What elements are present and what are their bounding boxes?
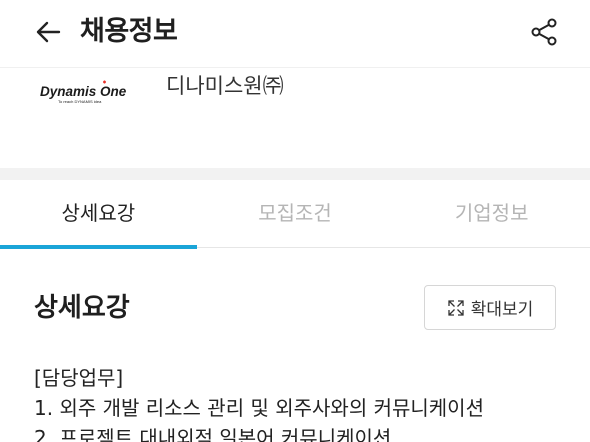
svg-text:To reach DYNAMIS idea: To reach DYNAMIS idea: [58, 99, 102, 104]
tab-company-info[interactable]: 기업정보: [393, 180, 590, 248]
svg-text:Dynamis One: Dynamis One: [40, 84, 127, 99]
tab-detail[interactable]: 상세요강: [0, 180, 197, 249]
description-line: 1. 외주 개발 리소스 관리 및 외주사와의 커뮤니케이션: [34, 396, 484, 420]
app-root: 채용정보 Dynamis One To reach DYNAMIS idea 디…: [0, 0, 590, 442]
description-line: [담당업무]: [34, 366, 124, 390]
company-logo[interactable]: Dynamis One To reach DYNAMIS idea: [40, 76, 144, 106]
expand-icon: [448, 299, 464, 316]
page-title: 채용정보: [80, 16, 178, 47]
section-title: 상세요강: [34, 293, 130, 323]
share-icon: [531, 18, 557, 46]
top-app-bar: 채용정보: [0, 0, 590, 68]
description-line: 2. 프로젝트 대내외적 일본어 커뮤니케이션: [34, 426, 392, 442]
job-description: [담당업무] 1. 외주 개발 리소스 관리 및 외주사와의 커뮤니케이션 2.…: [34, 363, 574, 442]
zoom-button-label: 확대보기: [470, 300, 534, 320]
zoom-button[interactable]: 확대보기: [424, 285, 556, 330]
company-info: Dynamis One To reach DYNAMIS idea 디나미스원㈜: [0, 68, 590, 168]
back-button[interactable]: [28, 12, 68, 52]
section-divider: [0, 168, 590, 180]
arrow-left-icon: [36, 21, 61, 43]
tab-bar: 상세요강 모집조건 기업정보: [0, 180, 590, 249]
tab-conditions[interactable]: 모집조건: [197, 180, 394, 248]
share-button[interactable]: [524, 12, 564, 52]
company-name[interactable]: 디나미스원㈜: [166, 70, 284, 102]
